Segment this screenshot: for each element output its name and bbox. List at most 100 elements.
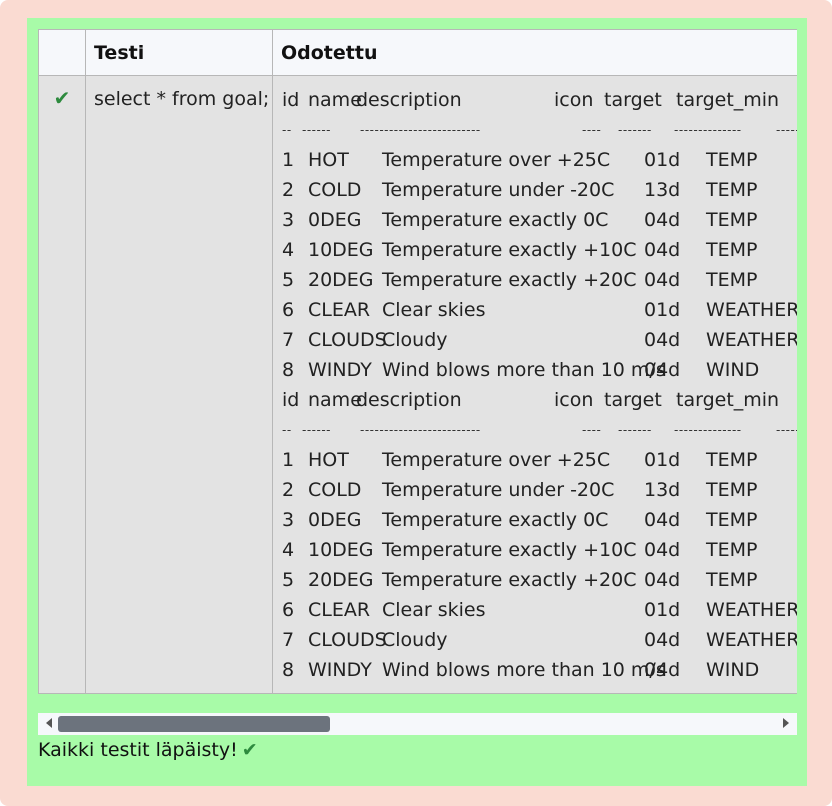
expected-cell: id namedescription icon target target_min -- -… <box>272 75 797 694</box>
scroll-right-icon[interactable] <box>783 718 789 728</box>
output-cell: -------------- <box>674 123 742 137</box>
output-cell: Cloudy <box>382 329 448 351</box>
scroll-thumb[interactable] <box>58 716 330 732</box>
output-cell: TEMP <box>706 269 758 291</box>
output-cell: 0DEG <box>308 209 362 231</box>
output-cell: 6 <box>282 599 295 621</box>
output-cell: 04d <box>644 269 681 291</box>
output-cell: 1 <box>282 149 295 171</box>
output-cell: TEMP <box>706 539 758 561</box>
output-cell: 01d <box>644 599 681 621</box>
output-cell: 8 <box>282 659 295 681</box>
output-cell: Temperature under -20C <box>382 479 615 501</box>
header-status <box>38 29 86 76</box>
output-cell: CLEAR <box>308 299 371 321</box>
output-cell: description <box>356 389 462 411</box>
output-cell: TEMP <box>706 509 758 531</box>
output-cell: TEMP <box>706 239 758 261</box>
output-cell: ------- <box>618 423 652 437</box>
output-cell: 5 <box>282 269 295 291</box>
test-query: select * from goal; <box>94 88 270 110</box>
output-cell: 13d <box>644 479 681 501</box>
output-cell: TEMP <box>706 449 758 471</box>
output-cell: 7 <box>282 629 295 651</box>
output-cell: Temperature exactly +20C <box>382 569 637 591</box>
output-cell: HOT <box>308 149 349 171</box>
output-cell: ------------------------- <box>360 123 481 137</box>
output-cell: CLOUDS <box>308 629 387 651</box>
output-cell: -- <box>282 123 292 137</box>
output-cell: 04d <box>644 239 681 261</box>
output-cell: ------- <box>618 123 652 137</box>
output-cell: 4 <box>282 239 295 261</box>
results-scroll-area[interactable]: Testi Odotettu ✔ select * from goal; id n… <box>38 29 797 694</box>
output-cell: -- <box>282 423 292 437</box>
output-cell: Temperature exactly 0C <box>382 209 609 231</box>
output-cell: CLOUDS <box>308 329 387 351</box>
output-cell: 3 <box>282 509 295 531</box>
output-cell: icon <box>554 89 594 111</box>
status-cell: ✔ <box>38 75 86 694</box>
output-cell: 04d <box>644 539 681 561</box>
output-cell: ---- <box>582 123 602 137</box>
output-cell: 04d <box>644 329 681 351</box>
output-cell: 7 <box>282 329 295 351</box>
output-cell: 2 <box>282 179 295 201</box>
table-header-row: Testi Odotettu <box>38 29 797 76</box>
output-line: -- ------ ------------------------- ---- ---… <box>282 115 797 145</box>
output-cell: WINDY <box>308 659 372 681</box>
output-cell: 10DEG <box>308 239 374 261</box>
check-icon: ✔ <box>241 739 258 761</box>
output-cell: 6 <box>282 299 295 321</box>
output-line: 8 WINDY Wind blows more than 10 m/s04d WIND <box>282 655 797 685</box>
output-cell: Temperature under -20C <box>382 179 615 201</box>
output-cell: Temperature exactly +10C <box>382 239 637 261</box>
output-cell: TEMP <box>706 569 758 591</box>
output-cell: 5 <box>282 569 295 591</box>
output-cell: Clear skies <box>382 299 486 321</box>
output-cell: 04d <box>644 359 681 381</box>
output-cell: icon <box>554 389 594 411</box>
output-line: 6 CLEAR Clear skies 01d WEATHER <box>282 295 797 325</box>
output-cell: Temperature exactly 0C <box>382 509 609 531</box>
output-line: 7 CLOUDSCloudy 04d WEATHER <box>282 625 797 655</box>
output-cell: 20DEG <box>308 269 374 291</box>
test-cell: select * from goal; <box>85 75 273 694</box>
output-line: 2COLDTemperature under -20C13dTEMP-9 <box>282 175 797 205</box>
output-cell: Temperature over +25C <box>382 149 611 171</box>
output-cell: ---------- <box>776 423 797 437</box>
output-cell: TEMP <box>706 209 758 231</box>
output-cell: WEATHER <box>706 329 797 351</box>
output-line: 30DEGTemperature exactly 0C04dTEMP-0.5 <box>282 505 797 535</box>
scroll-left-icon[interactable] <box>46 718 52 728</box>
output-cell: 04d <box>644 209 681 231</box>
output-cell: target_min <box>676 389 780 411</box>
output-cell: 2 <box>282 479 295 501</box>
output-cell: 04d <box>644 569 681 591</box>
output-cell: -------------- <box>674 423 742 437</box>
output-cell: 8 <box>282 359 295 381</box>
output-line: 520DEGTemperature exactly +20C04dTEMP1 <box>282 565 797 595</box>
output-line: id namedescription icon target target_min <box>282 385 797 415</box>
table-row: ✔ select * from goal; id namedescription i… <box>38 75 797 694</box>
output-cell: Cloudy <box>382 629 448 651</box>
result-container: Testi Odotettu ✔ select * from goal; id n… <box>0 0 832 806</box>
output-cell: COLD <box>308 479 362 501</box>
output-line: 30DEGTemperature exactly 0C04dTEMP-0.5 <box>282 205 797 235</box>
horizontal-scrollbar[interactable] <box>38 713 797 735</box>
output-cell: 1 <box>282 449 295 471</box>
output-cell: HOT <box>308 449 349 471</box>
output-cell: 20DEG <box>308 569 374 591</box>
output-cell: 01d <box>644 149 681 171</box>
output-line: id namedescription icon target target_min <box>282 85 797 115</box>
output-cell: TEMP <box>706 479 758 501</box>
output-cell: target <box>604 389 662 411</box>
output-line: 1HOTTemperature over +25C01dTEMP25 <box>282 145 797 175</box>
output-cell: 04d <box>644 629 681 651</box>
header-test: Testi <box>85 29 273 76</box>
output-line: 6 CLEAR Clear skies 01d WEATHER <box>282 595 797 625</box>
output-cell: id <box>282 389 300 411</box>
output-cell: 0DEG <box>308 509 362 531</box>
output-cell: 10DEG <box>308 539 374 561</box>
output-cell: id <box>282 89 300 111</box>
